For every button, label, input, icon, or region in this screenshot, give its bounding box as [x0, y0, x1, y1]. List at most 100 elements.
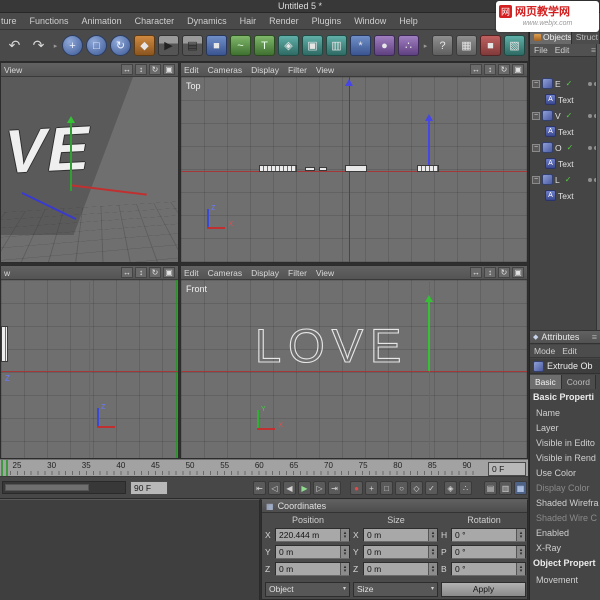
layout-icon[interactable]: ▧	[504, 35, 525, 56]
stepper-icon[interactable]: ▴▾	[340, 546, 349, 558]
maximize-view-icon[interactable]: ▣	[512, 267, 524, 278]
attr-row-movement[interactable]: Movement	[536, 573, 600, 587]
object-row-l-text[interactable]: A Text	[530, 188, 600, 203]
rotation-p-field[interactable]: 0 °▴▾	[451, 545, 526, 559]
rotation-b-field[interactable]: 0 °▴▾	[451, 562, 526, 576]
attr-menu-mode[interactable]: Mode	[534, 346, 555, 356]
tab-objects[interactable]: Objects	[530, 30, 572, 44]
goto-start-icon[interactable]: ⇤	[253, 481, 266, 495]
maximize-view-icon[interactable]: ▣	[163, 64, 175, 75]
material-manager-panel[interactable]	[0, 499, 260, 600]
object-row-v-text[interactable]: A Text	[530, 124, 600, 139]
menu-functions[interactable]: Functions	[30, 16, 69, 26]
key-pla-icon[interactable]: ✓	[425, 481, 438, 495]
add-spline-icon[interactable]: ~	[230, 35, 251, 56]
stepper-icon[interactable]: ▴▾	[428, 546, 437, 558]
text-object-top-l[interactable]	[259, 165, 297, 172]
coordinate-system-icon[interactable]: ◆	[134, 35, 155, 56]
material-icon[interactable]: ■	[480, 35, 501, 56]
snap-icon[interactable]: ∴	[459, 481, 472, 495]
attr-row-visible-editor[interactable]: Visible in Edito	[536, 436, 600, 450]
size-y-field[interactable]: 0 m▴▾	[363, 545, 438, 559]
viewport-menu-filter[interactable]: Filter	[288, 268, 307, 278]
size-x-field[interactable]: 0 m▴▾	[363, 528, 438, 542]
rotate-tool-icon[interactable]: ↻	[110, 35, 131, 56]
viewport-menu-edit[interactable]: Edit	[184, 268, 199, 278]
enabled-check-icon[interactable]: ✓	[566, 79, 573, 88]
enabled-check-icon[interactable]: ✓	[565, 175, 572, 184]
viewport-menu-display[interactable]: Display	[251, 65, 279, 75]
apply-button[interactable]: Apply	[441, 582, 526, 597]
position-z-field[interactable]: 0 m▴▾	[275, 562, 350, 576]
current-frame-field[interactable]: 90 F	[130, 481, 168, 495]
expand-toggle-icon[interactable]: −	[532, 80, 540, 88]
object-manager-scrollbar[interactable]	[596, 44, 600, 330]
redo-icon[interactable]: ↷	[28, 35, 49, 56]
viewport-menu-view[interactable]: w	[4, 268, 10, 278]
autokey-icon[interactable]: ◈	[444, 481, 457, 495]
pan-view-icon[interactable]: ↔	[121, 267, 133, 278]
editor-visibility-dot[interactable]	[588, 178, 592, 182]
timeline-end-field[interactable]: 0 F	[488, 462, 526, 476]
text-object-top-o1[interactable]	[305, 167, 315, 171]
panel-menu-icon[interactable]: ≡	[592, 332, 597, 342]
layout-a-icon[interactable]: ▥	[499, 481, 512, 495]
help-icon[interactable]: ?	[432, 35, 453, 56]
browser-icon[interactable]: ▦	[456, 35, 477, 56]
add-cube-icon[interactable]: ■	[206, 35, 227, 56]
rotate-view-icon[interactable]: ↻	[498, 64, 510, 75]
object-name[interactable]: V	[555, 111, 561, 121]
add-symmetry-icon[interactable]: ▥	[326, 35, 347, 56]
object-row-e-text[interactable]: A Text	[530, 92, 600, 107]
prev-frame-icon[interactable]: ◀	[283, 481, 296, 495]
stepper-icon[interactable]: ▴▾	[516, 529, 525, 541]
viewport-side[interactable]: w ↔ ↕ ↻ ▣ Z Z	[0, 265, 179, 459]
editor-visibility-dot[interactable]	[588, 114, 592, 118]
object-name[interactable]: Text	[558, 127, 574, 137]
viewport-perspective-canvas[interactable]: VE	[1, 77, 178, 262]
coordinate-object-dropdown[interactable]: Object▾	[265, 582, 350, 597]
key-parameter-icon[interactable]: ◇	[410, 481, 423, 495]
record-keyframe-icon[interactable]: ●	[350, 481, 363, 495]
object-axis-line[interactable]	[428, 121, 430, 171]
add-text-spline-icon[interactable]: T	[254, 35, 275, 56]
maximize-view-icon[interactable]: ▣	[512, 64, 524, 75]
key-position-icon[interactable]: +	[365, 481, 378, 495]
menu-animation[interactable]: Animation	[82, 16, 122, 26]
timeline-ruler[interactable]: 25 30 35 40 45 50 55 60 65 70 75 80 85 9…	[0, 459, 528, 477]
om-menu-edit[interactable]: Edit	[555, 45, 570, 55]
viewport-side-canvas[interactable]: Z Z	[1, 280, 178, 458]
add-environment-icon[interactable]: ●	[374, 35, 395, 56]
next-frame-icon[interactable]: ▷	[313, 481, 326, 495]
enabled-check-icon[interactable]: ✓	[566, 111, 573, 120]
timeline-scrollbar-thumb[interactable]	[5, 484, 89, 491]
prev-key-icon[interactable]: ◁	[268, 481, 281, 495]
coordinate-size-dropdown[interactable]: Size▾	[353, 582, 438, 597]
text-object-edge[interactable]	[1, 326, 8, 362]
range-marker[interactable]	[1, 460, 3, 476]
stepper-icon[interactable]: ▴▾	[428, 529, 437, 541]
undo-icon[interactable]: ↶	[4, 35, 25, 56]
menu-character[interactable]: Character	[135, 16, 175, 26]
layout-b-icon[interactable]: ▦	[514, 481, 527, 495]
attr-menu-edit[interactable]: Edit	[562, 346, 577, 356]
extruded-text-ve[interactable]: VE	[1, 113, 98, 189]
viewport-menu-view[interactable]: View	[4, 65, 22, 75]
render-settings-icon[interactable]: ▤	[182, 35, 203, 56]
render-view-icon[interactable]: ▶	[158, 35, 179, 56]
tab-coordinates[interactable]: Coord	[562, 375, 596, 389]
zoom-view-icon[interactable]: ↕	[484, 64, 496, 75]
rotate-view-icon[interactable]: ↻	[498, 267, 510, 278]
viewport-perspective[interactable]: View ↔ ↕ ↻ ▣ VE	[0, 62, 179, 263]
play-icon[interactable]: ▶	[298, 481, 311, 495]
object-name[interactable]: Text	[558, 159, 574, 169]
expand-toggle-icon[interactable]: −	[532, 144, 540, 152]
rotation-h-field[interactable]: 0 °▴▾	[451, 528, 526, 542]
menu-window[interactable]: Window	[354, 16, 386, 26]
viewport-menu-cameras[interactable]: Cameras	[208, 268, 242, 278]
object-row-o[interactable]: − O ✓	[530, 140, 600, 155]
text-object-top-v[interactable]	[345, 165, 367, 172]
viewport-top-canvas[interactable]: Top X Z	[181, 77, 527, 262]
timeline-scrollbar[interactable]	[2, 481, 126, 494]
maximize-view-icon[interactable]: ▣	[163, 267, 175, 278]
